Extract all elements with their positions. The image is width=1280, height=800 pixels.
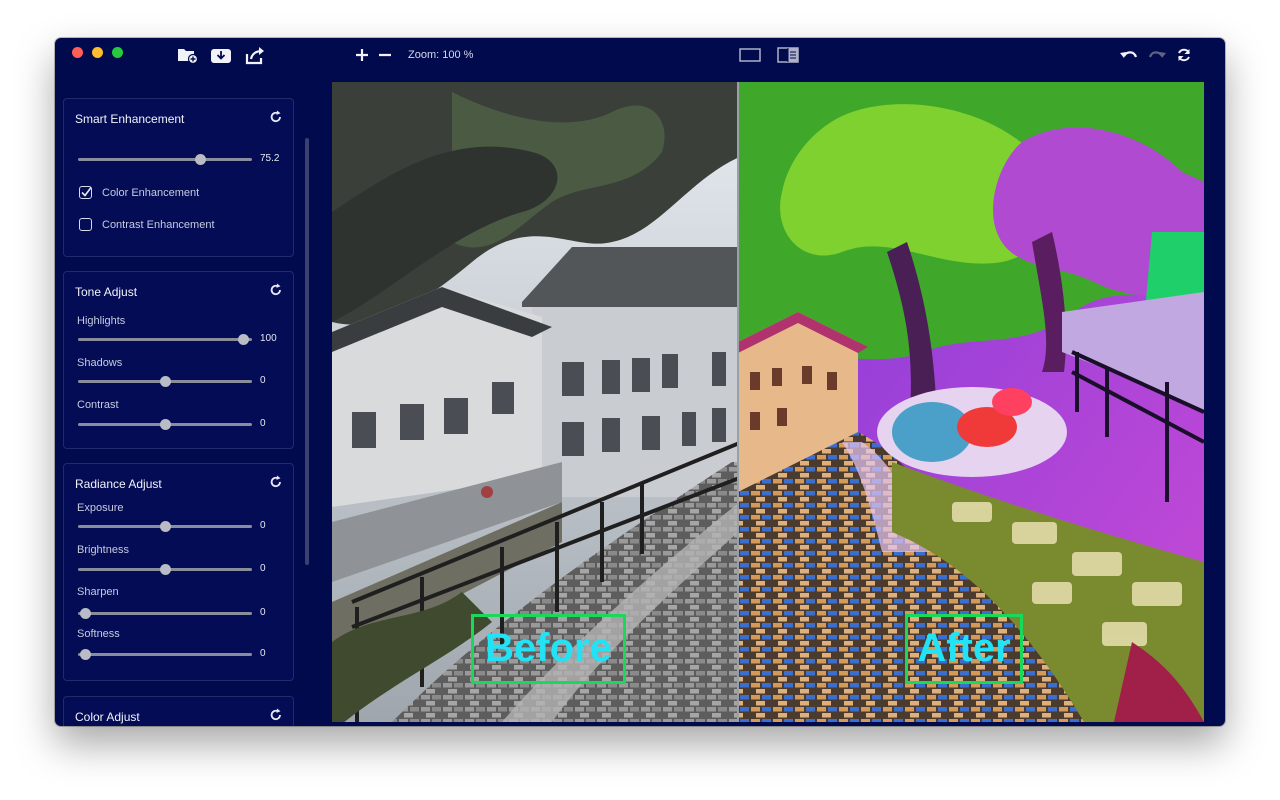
split-divider[interactable]: [737, 82, 739, 722]
slider-knob[interactable]: [160, 376, 171, 387]
smart-enhancement-slider[interactable]: [78, 154, 252, 165]
softness-value: 0: [260, 648, 266, 659]
import-button[interactable]: [208, 44, 234, 66]
import-icon: [211, 49, 231, 63]
checkbox-box[interactable]: [79, 186, 92, 199]
slider-knob[interactable]: [79, 649, 91, 660]
exposure-label: Exposure: [77, 502, 124, 514]
exposure-slider[interactable]: [78, 521, 252, 532]
app-window: Zoom: 100 % Smart Enhancement 75.2 Color…: [55, 38, 1225, 726]
contrast-value: 0: [260, 418, 266, 429]
slider-knob[interactable]: [160, 521, 171, 532]
panel-title: Radiance Adjust: [75, 477, 162, 491]
sharpen-value: 0: [260, 607, 266, 618]
tone-adjust-panel: Tone Adjust Highlights 100 Shadows 0 Con…: [63, 271, 294, 449]
highlights-value: 100: [260, 333, 277, 344]
sidebar-scrollbar[interactable]: [305, 138, 309, 565]
export-icon: [245, 47, 264, 65]
contrast-enhancement-checkbox[interactable]: Contrast Enhancement: [79, 218, 215, 231]
slider-knob[interactable]: [194, 154, 206, 165]
minimize-window-button[interactable]: [92, 47, 103, 58]
undo-button[interactable]: [1116, 44, 1142, 66]
add-folder-icon: [178, 49, 199, 65]
softness-slider[interactable]: [78, 649, 252, 660]
brightness-label: Brightness: [77, 544, 129, 556]
refresh-button[interactable]: [1171, 44, 1197, 66]
add-folder-button[interactable]: [175, 44, 201, 66]
slider-knob[interactable]: [160, 564, 171, 575]
reset-icon[interactable]: [269, 110, 283, 124]
sharpen-label: Sharpen: [77, 586, 119, 598]
single-view-button[interactable]: [737, 44, 763, 66]
image-preview[interactable]: Before After: [332, 82, 1204, 722]
checkmark-icon: [81, 187, 92, 197]
redo-icon: [1148, 51, 1166, 58]
highlights-label: Highlights: [77, 315, 126, 327]
smart-enhancement-panel: Smart Enhancement 75.2 Color Enhancement: [63, 98, 294, 257]
panel-title: Smart Enhancement: [75, 112, 185, 126]
reset-icon[interactable]: [269, 708, 283, 722]
radiance-adjust-panel: Radiance Adjust Exposure 0 Brightness 0 …: [63, 463, 294, 681]
zoom-level: Zoom: 100 %: [408, 49, 474, 61]
panel-title: Color Adjust: [75, 710, 140, 724]
undo-icon: [1120, 51, 1138, 58]
slider-knob[interactable]: [238, 334, 250, 345]
checkbox-label: Contrast Enhancement: [102, 218, 215, 231]
sharpen-slider[interactable]: [78, 608, 252, 619]
reset-icon[interactable]: [269, 283, 283, 297]
adjustments-sidebar: Smart Enhancement 75.2 Color Enhancement: [55, 82, 313, 726]
split-view-icon: [777, 47, 799, 63]
shadows-label: Shadows: [77, 357, 123, 369]
brightness-value: 0: [260, 563, 266, 574]
softness-label: Softness: [77, 628, 120, 640]
brightness-slider[interactable]: [78, 564, 252, 575]
zoom-in-icon: [356, 49, 368, 61]
maximize-window-button[interactable]: [112, 47, 123, 58]
slider-knob[interactable]: [79, 608, 91, 619]
checkbox-box[interactable]: [79, 218, 92, 231]
shadows-slider[interactable]: [78, 376, 252, 387]
highlights-slider[interactable]: [78, 334, 252, 345]
refresh-icon: [1178, 48, 1190, 62]
after-label: After: [905, 614, 1023, 684]
contrast-slider[interactable]: [78, 419, 252, 430]
color-adjust-panel: Color Adjust: [63, 696, 294, 726]
color-enhancement-checkbox[interactable]: Color Enhancement: [79, 186, 199, 199]
zoom-out-icon: [379, 53, 391, 57]
split-view-button[interactable]: [775, 44, 801, 66]
exposure-value: 0: [260, 520, 266, 531]
shadows-value: 0: [260, 375, 266, 386]
close-window-button[interactable]: [72, 47, 83, 58]
slider-value: 75.2: [260, 153, 280, 164]
export-button[interactable]: [242, 44, 268, 66]
contrast-label: Contrast: [77, 399, 119, 411]
before-label: Before: [471, 614, 626, 684]
redo-button[interactable]: [1144, 44, 1170, 66]
zoom-out-button[interactable]: [372, 44, 398, 66]
reset-icon[interactable]: [269, 475, 283, 489]
single-view-icon: [739, 48, 761, 62]
slider-knob[interactable]: [160, 419, 171, 430]
panel-title: Tone Adjust: [75, 285, 138, 299]
checkbox-label: Color Enhancement: [102, 186, 200, 199]
